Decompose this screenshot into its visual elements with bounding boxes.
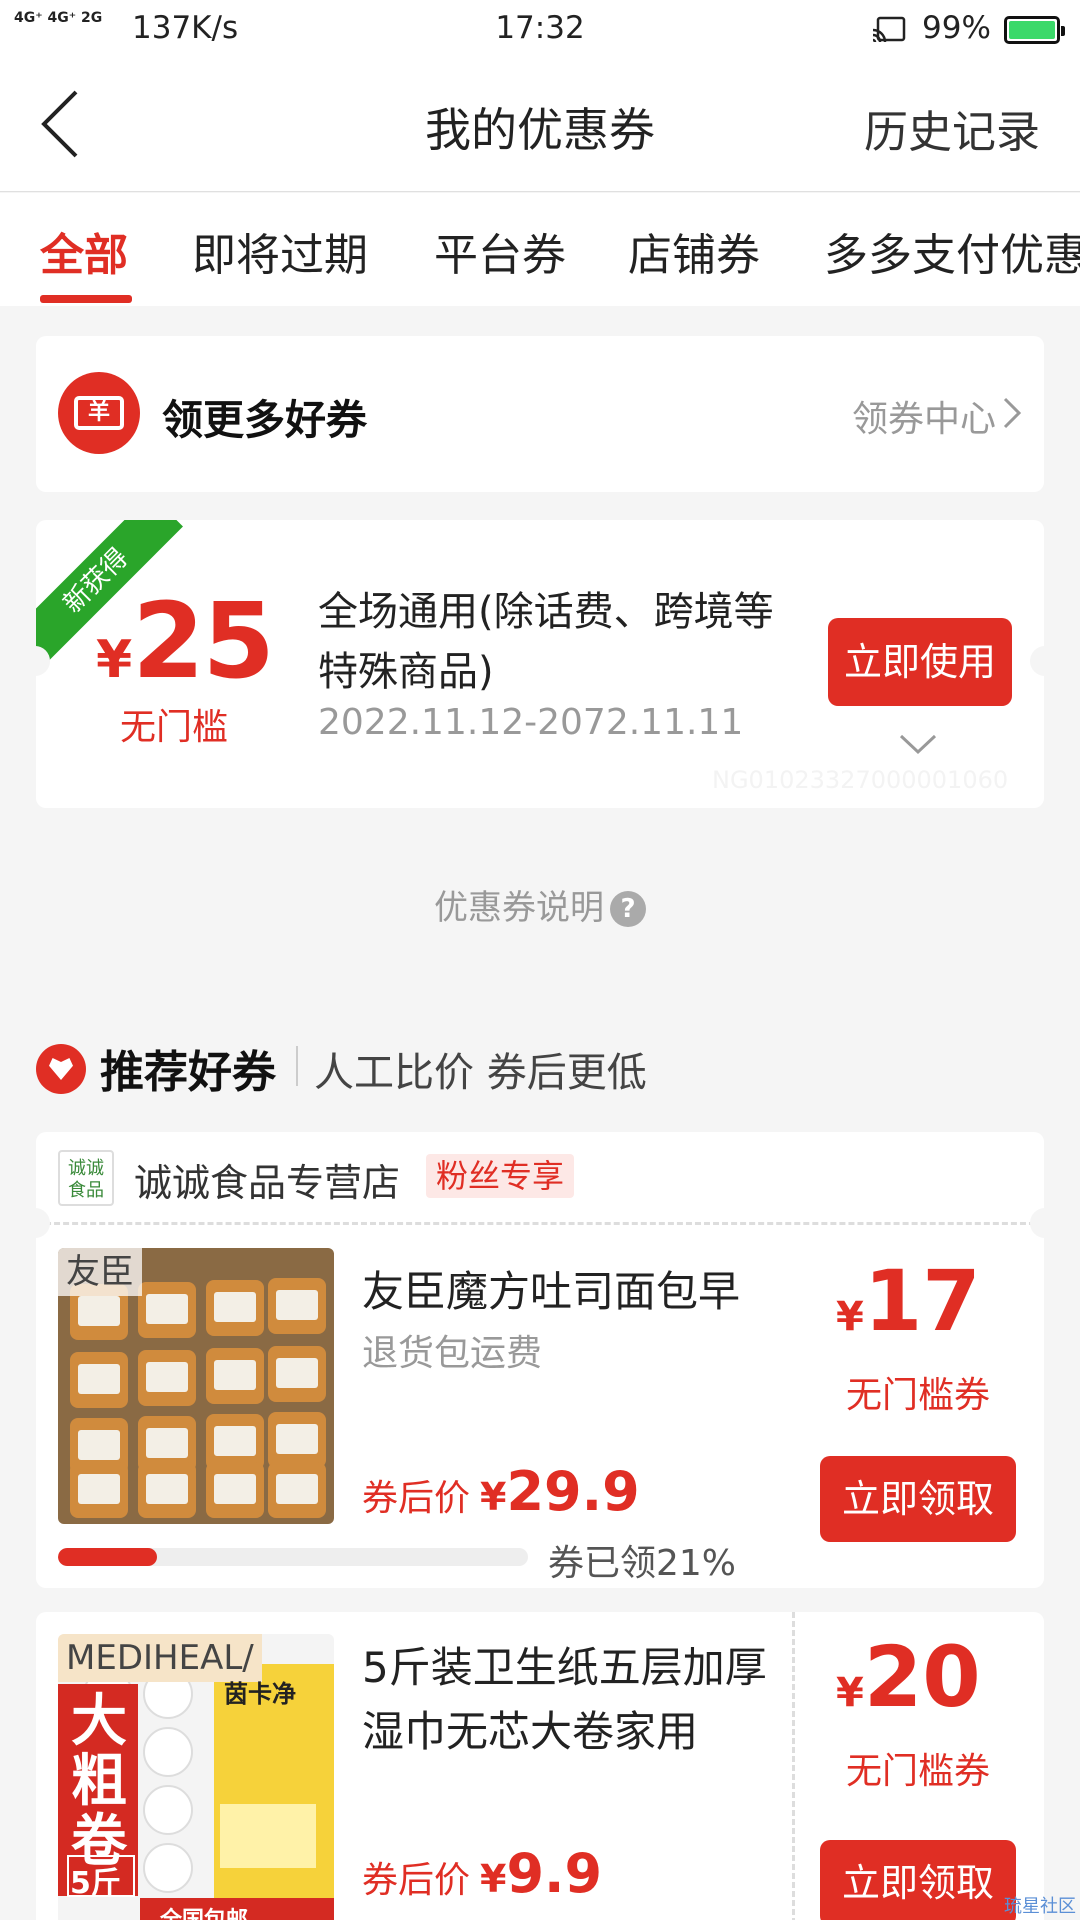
battery-icon: [1004, 16, 1065, 44]
coupon-explain[interactable]: 优惠券说明?: [0, 880, 1080, 929]
battery-percent: 99%: [922, 10, 991, 46]
tab-duoduo-pay[interactable]: 多多支付优惠: [824, 219, 1080, 283]
shop-logo: 诚诚食品: [58, 1150, 114, 1206]
tab-all[interactable]: 全部: [40, 219, 128, 283]
image-free-shipping: 全国包邮: [160, 1902, 248, 1920]
history-link[interactable]: 历史记录: [864, 96, 1040, 160]
corner-watermark: 琉星社区: [1004, 1896, 1076, 1917]
shop-coupon-amount: ¥20: [836, 1628, 981, 1726]
dashed-divider: [36, 1222, 1044, 1225]
ticket-icon: 羊: [58, 372, 140, 454]
after-coupon-price: 券后价 ¥9.9: [362, 1842, 603, 1905]
left-notch: [20, 1208, 50, 1238]
coupon-amount: ¥25: [96, 580, 275, 702]
chevron-down-icon[interactable]: [898, 732, 938, 756]
claim-button[interactable]: 立即领取: [820, 1840, 1016, 1920]
coupon-validity: 2022.11.12-2072.11.11: [318, 702, 744, 743]
right-notch: [1030, 1208, 1060, 1238]
after-coupon-price: 券后价 ¥29.9: [362, 1460, 640, 1523]
image-weight: 5斤: [70, 1866, 121, 1901]
dashed-divider: [792, 1612, 795, 1920]
coupon-card: 新获得 ¥25 无门槛 全场通用(除话费、跨境等特殊商品) 2022.11.12…: [36, 520, 1044, 808]
more-coupons-title: 领更多好券: [162, 396, 367, 444]
heart-icon: [36, 1044, 86, 1094]
tab-expiring[interactable]: 即将过期: [192, 219, 368, 283]
shop-coupon-label: 无门槛券: [846, 1751, 991, 1792]
image-brand: 茵卡净: [224, 1680, 296, 1708]
coupon-watermark: NG01023327000001060: [712, 766, 1009, 794]
fans-only-badge: 粉丝专享: [426, 1154, 575, 1198]
active-tab-indicator: [40, 295, 132, 303]
coupon-center-link[interactable]: 领券中心: [852, 390, 996, 442]
image-text: 大粗卷: [71, 1689, 127, 1874]
divider: [296, 1046, 298, 1086]
product-image[interactable]: 友臣: [58, 1248, 334, 1524]
status-bar: 4G⁺ 4G⁺ 2G 137K/s 17:32 99%: [0, 0, 1080, 58]
coupon-threshold: 无门槛: [120, 707, 229, 748]
recommend-title: 推荐好券: [100, 1047, 276, 1098]
claim-button[interactable]: 立即领取: [820, 1456, 1016, 1542]
clock: 17:32: [495, 10, 585, 46]
use-now-button[interactable]: 立即使用: [828, 618, 1012, 706]
coupon-description: 全场通用(除话费、跨境等特殊商品): [318, 589, 774, 695]
claim-progress-text: 券已领21%: [548, 1543, 737, 1584]
product-title[interactable]: 5斤装卫生纸五层加厚湿巾无芯大卷家用: [362, 1636, 782, 1764]
shop-coupon-card: 诚诚食品 诚诚食品专营店 粉丝专享 友臣 友臣魔方吐司面包早 退货包运费 券后价…: [20, 1132, 1060, 1588]
tab-bar: 全部 即将过期 平台券 店铺券 多多支付优惠: [0, 193, 1080, 306]
shop-coupon-amount: ¥17: [836, 1252, 981, 1350]
product-subtitle: 退货包运费: [362, 1333, 543, 1374]
shop-coupon-card: MEDIHEAL/ 大粗卷 5斤 茵卡净 全国包邮 5斤装卫生纸五层加厚湿巾无芯…: [36, 1612, 1044, 1920]
right-notch: [1030, 646, 1044, 676]
shop-name[interactable]: 诚诚食品专营店: [134, 1152, 400, 1207]
recommend-subtitle: 人工比价 券后更低: [314, 1050, 647, 1096]
more-coupons-card[interactable]: 羊 领更多好券 领券中心: [36, 336, 1044, 492]
question-icon: ?: [610, 891, 646, 927]
image-brand-tag: 友臣: [58, 1248, 142, 1296]
header: 我的优惠券 历史记录: [0, 58, 1080, 192]
product-image[interactable]: MEDIHEAL/ 大粗卷 5斤 茵卡净 全国包邮: [58, 1634, 334, 1920]
tab-platform[interactable]: 平台券: [434, 219, 566, 283]
product-title[interactable]: 友臣魔方吐司面包早: [362, 1258, 802, 1319]
tab-store[interactable]: 店铺券: [628, 219, 760, 283]
shop-coupon-label: 无门槛券: [846, 1375, 991, 1416]
cast-icon: [872, 16, 906, 43]
claim-progress: [58, 1548, 528, 1566]
chevron-right-icon: [1003, 397, 1022, 429]
